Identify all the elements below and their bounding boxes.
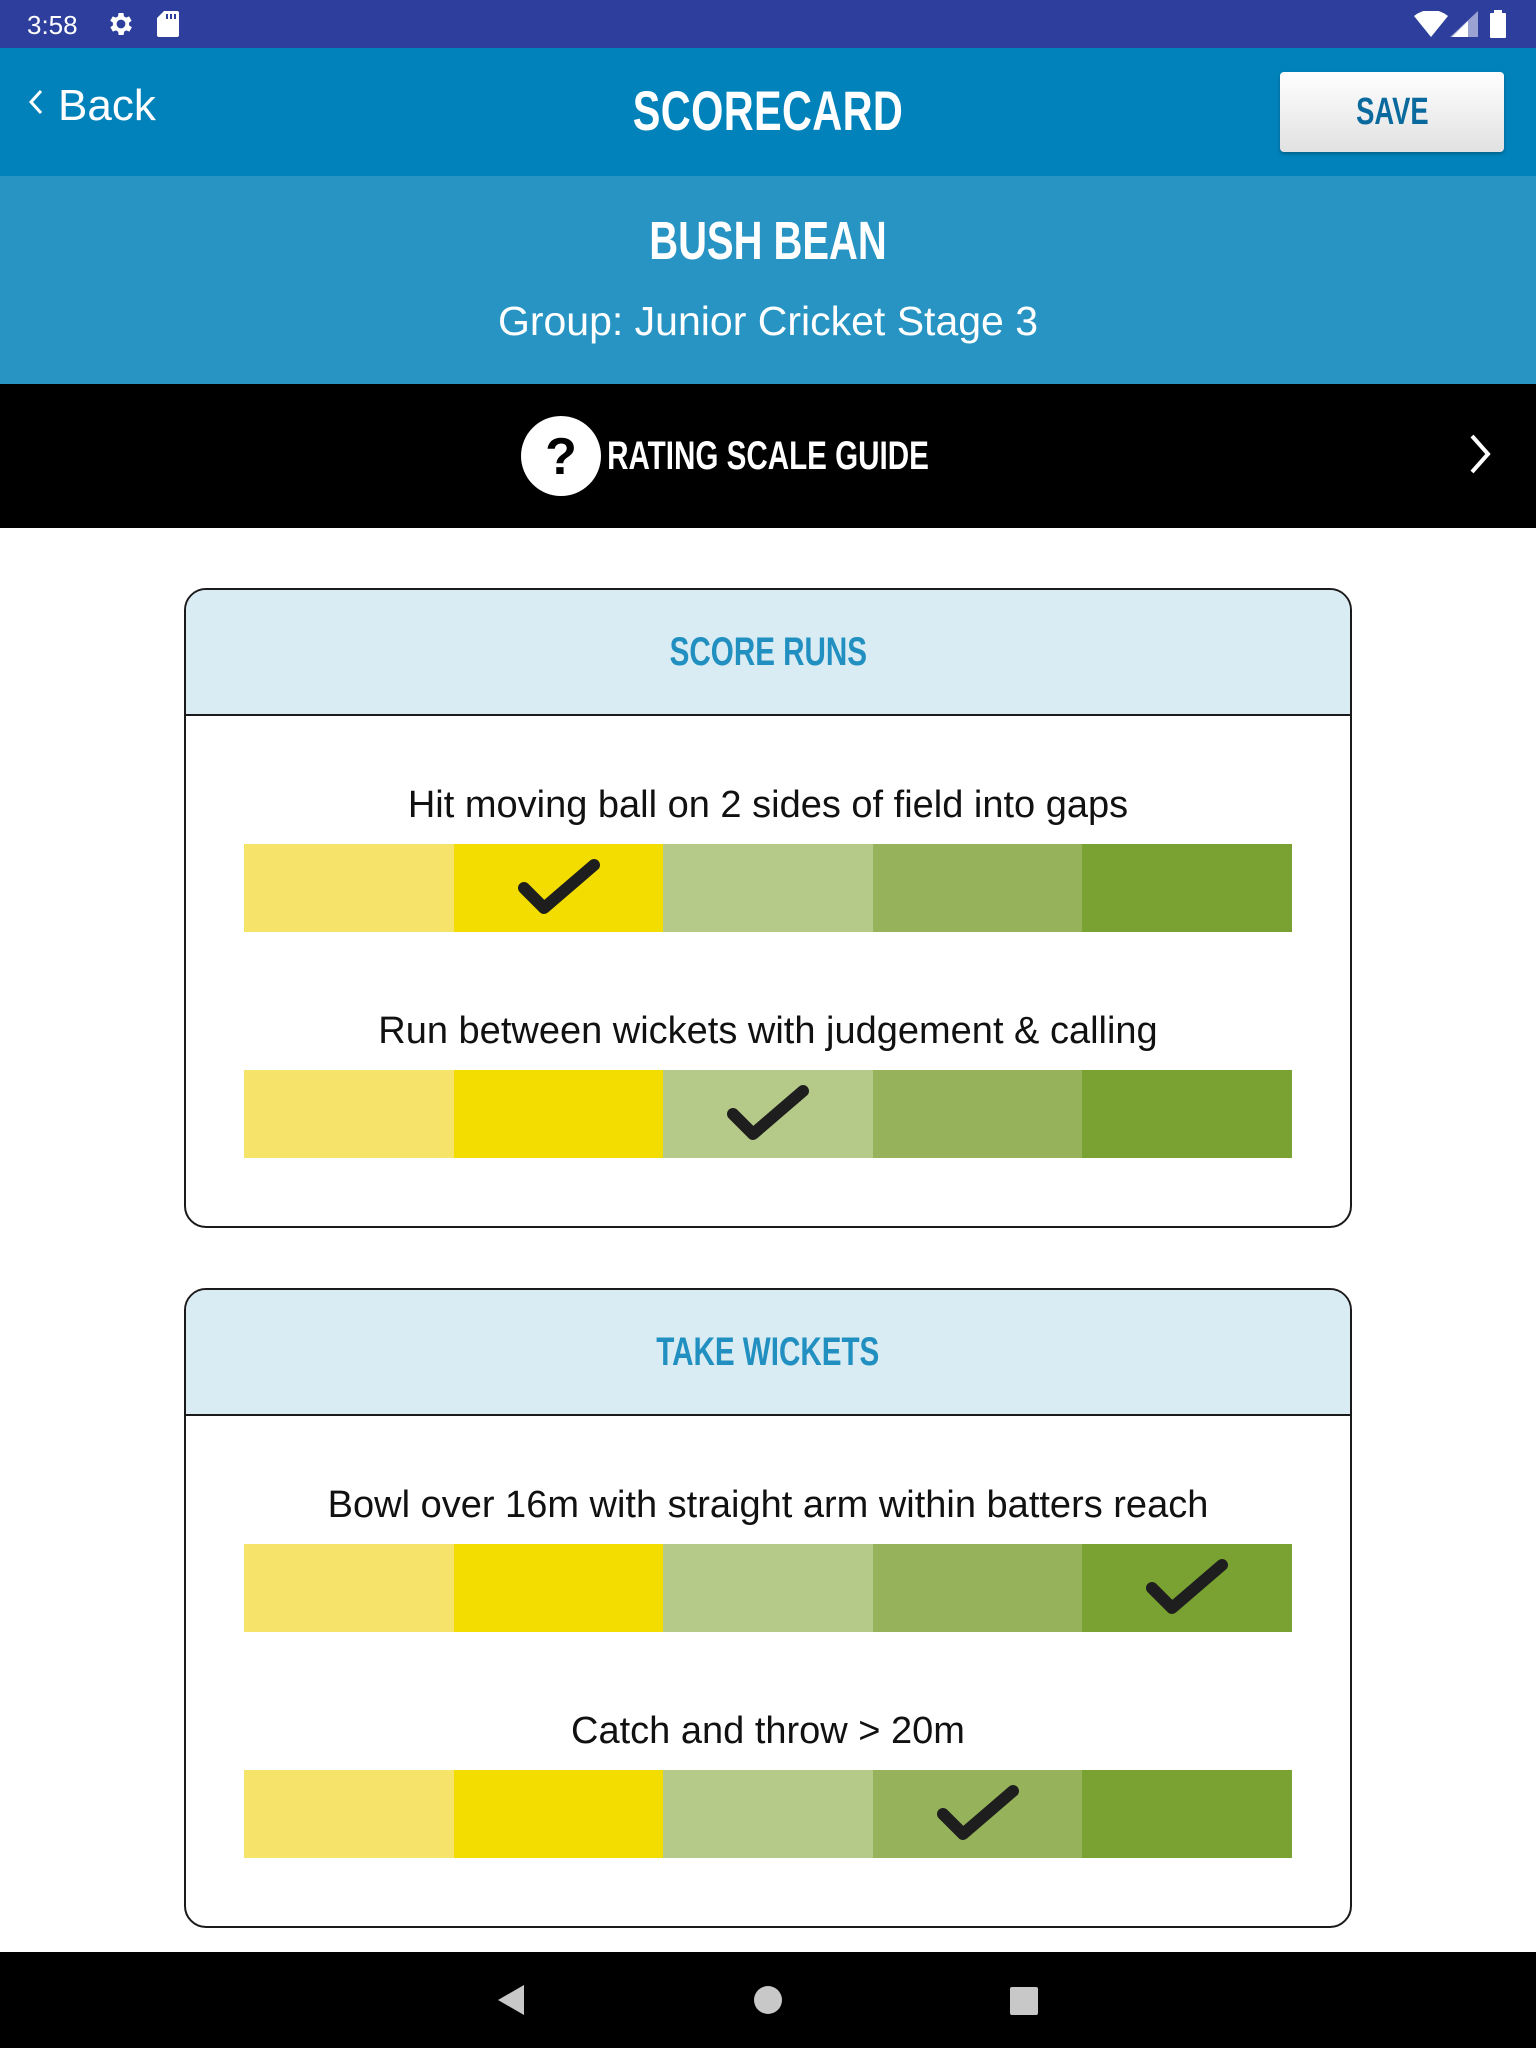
back-button[interactable]: Back [28, 76, 156, 136]
section-header: TAKE WICKETS [186, 1290, 1350, 1416]
rating-option-4[interactable] [872, 1770, 1083, 1858]
rating-scale [244, 844, 1292, 932]
skill-item: Catch and throw > 20m [186, 1710, 1350, 1858]
player-info: BUSH BEAN Group: Junior Cricket Stage 3 [0, 176, 1536, 384]
rating-option-5[interactable] [1082, 844, 1292, 932]
status-bar: 3:58 [0, 0, 1536, 48]
section-card-take-wickets: TAKE WICKETS Bowl over 16m with straight… [184, 1288, 1352, 1928]
rating-scale-guide-link[interactable]: ? RATING SCALE GUIDE [0, 384, 1536, 528]
skill-item: Run between wickets with judgement & cal… [186, 1010, 1350, 1158]
rating-option-5[interactable] [1082, 1070, 1292, 1158]
rating-option-2[interactable] [453, 1544, 664, 1632]
rating-option-1[interactable] [244, 844, 454, 932]
system-nav-bar [0, 1952, 1536, 2048]
rating-option-2[interactable] [453, 844, 664, 932]
player-group: Group: Junior Cricket Stage 3 [497, 298, 1039, 344]
checkmark-icon [1146, 1557, 1229, 1624]
rating-scale [244, 1070, 1292, 1158]
checkmark-icon [727, 1083, 810, 1150]
rating-scale-guide-label: RATING SCALE GUIDE [607, 434, 929, 478]
rating-option-5[interactable] [1082, 1770, 1292, 1858]
section-title: TAKE WICKETS [656, 1330, 880, 1374]
rating-option-2[interactable] [453, 1070, 664, 1158]
signal-icon [1450, 11, 1478, 42]
skill-label: Hit moving ball on 2 sides of field into… [407, 784, 1129, 826]
skill-item: Hit moving ball on 2 sides of field into… [186, 784, 1350, 932]
save-button[interactable]: SAVE [1280, 72, 1504, 152]
rating-option-5[interactable] [1082, 1544, 1292, 1632]
rating-option-1[interactable] [244, 1070, 454, 1158]
rating-option-2[interactable] [453, 1770, 664, 1858]
chevron-left-icon [28, 88, 44, 121]
page-title: SCORECARD [632, 79, 904, 142]
skill-label: Run between wickets with judgement & cal… [378, 1010, 1158, 1052]
rating-option-3[interactable] [663, 1544, 873, 1632]
chevron-right-icon [1468, 432, 1492, 481]
nav-home-icon[interactable] [753, 1985, 783, 2020]
skill-label: Bowl over 16m with straight arm within b… [327, 1484, 1209, 1526]
section-card-score-runs: SCORE RUNS Hit moving ball on 2 sides of… [184, 588, 1352, 1228]
rating-option-4[interactable] [872, 1070, 1083, 1158]
rating-option-3[interactable] [663, 1070, 873, 1158]
section-header: SCORE RUNS [186, 590, 1350, 716]
rating-scale [244, 1544, 1292, 1632]
nav-back-icon[interactable] [496, 1983, 526, 2022]
skill-label: Catch and throw > 20m [571, 1710, 965, 1752]
rating-option-4[interactable] [872, 844, 1083, 932]
checkmark-icon [517, 857, 600, 924]
player-name: BUSH BEAN [649, 211, 887, 271]
battery-icon [1490, 10, 1506, 43]
rating-option-3[interactable] [663, 844, 873, 932]
gear-icon [106, 9, 136, 44]
save-label: SAVE [1355, 90, 1429, 133]
checkmark-icon [936, 1783, 1019, 1850]
status-time: 3:58 [27, 10, 78, 40]
sd-card-icon [157, 11, 179, 42]
wifi-icon [1414, 9, 1448, 42]
rating-option-1[interactable] [244, 1544, 454, 1632]
section-title: SCORE RUNS [669, 630, 867, 674]
rating-option-4[interactable] [872, 1544, 1083, 1632]
app-header: Back SCORECARD SAVE [0, 48, 1536, 176]
rating-option-3[interactable] [663, 1770, 873, 1858]
back-label: Back [58, 81, 156, 130]
rating-option-1[interactable] [244, 1770, 454, 1858]
skill-item: Bowl over 16m with straight arm within b… [186, 1484, 1350, 1632]
nav-recents-icon[interactable] [1009, 1986, 1039, 2021]
rating-scale [244, 1770, 1292, 1858]
